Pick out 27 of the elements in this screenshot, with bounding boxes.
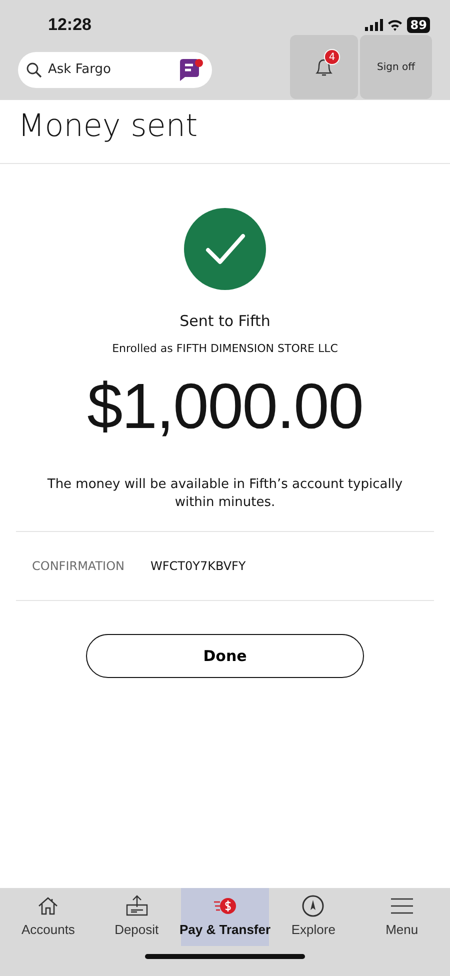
success-check-icon (184, 208, 266, 290)
compass-icon (301, 894, 326, 918)
notifications-button[interactable]: 4 (290, 35, 358, 99)
battery-indicator: 89 (407, 17, 430, 33)
chat-logo-icon[interactable] (178, 58, 204, 82)
nav-tab[interactable]: Pay & Transfer (180, 888, 270, 946)
search-icon (26, 62, 42, 78)
nav-tab[interactable]: Explore (269, 888, 358, 946)
sign-off-button[interactable]: Sign off (360, 35, 432, 99)
nav-tab[interactable]: Accounts (4, 888, 92, 946)
availability-message: The money will be available in Fifth’s account typically within minutes. (46, 476, 404, 512)
signal-icon (365, 19, 384, 31)
amount-text: $1,000.00 (87, 371, 363, 442)
confirmation-label: CONFIRMATION (32, 558, 125, 576)
search-field[interactable]: Ask Fargo (46, 59, 166, 81)
search-bar[interactable]: Ask Fargo (18, 52, 212, 88)
notification-badge: 4 (324, 49, 340, 65)
enrolled-text: Enrolled as FIFTH DIMENSION STORE LLC (112, 340, 338, 357)
status-time: 12:28 (48, 14, 92, 36)
done-button[interactable]: Done (86, 634, 364, 678)
page-title: Money sent (0, 100, 450, 164)
confirmation-number: WFCT0Y7KBVFY (150, 558, 246, 576)
nav-tab[interactable]: Menu (358, 888, 446, 946)
wifi-icon (387, 19, 404, 31)
recipient-text: Sent to Fifth (180, 311, 270, 332)
deposit-icon (124, 894, 149, 918)
nav-tab[interactable]: Deposit (92, 888, 181, 946)
